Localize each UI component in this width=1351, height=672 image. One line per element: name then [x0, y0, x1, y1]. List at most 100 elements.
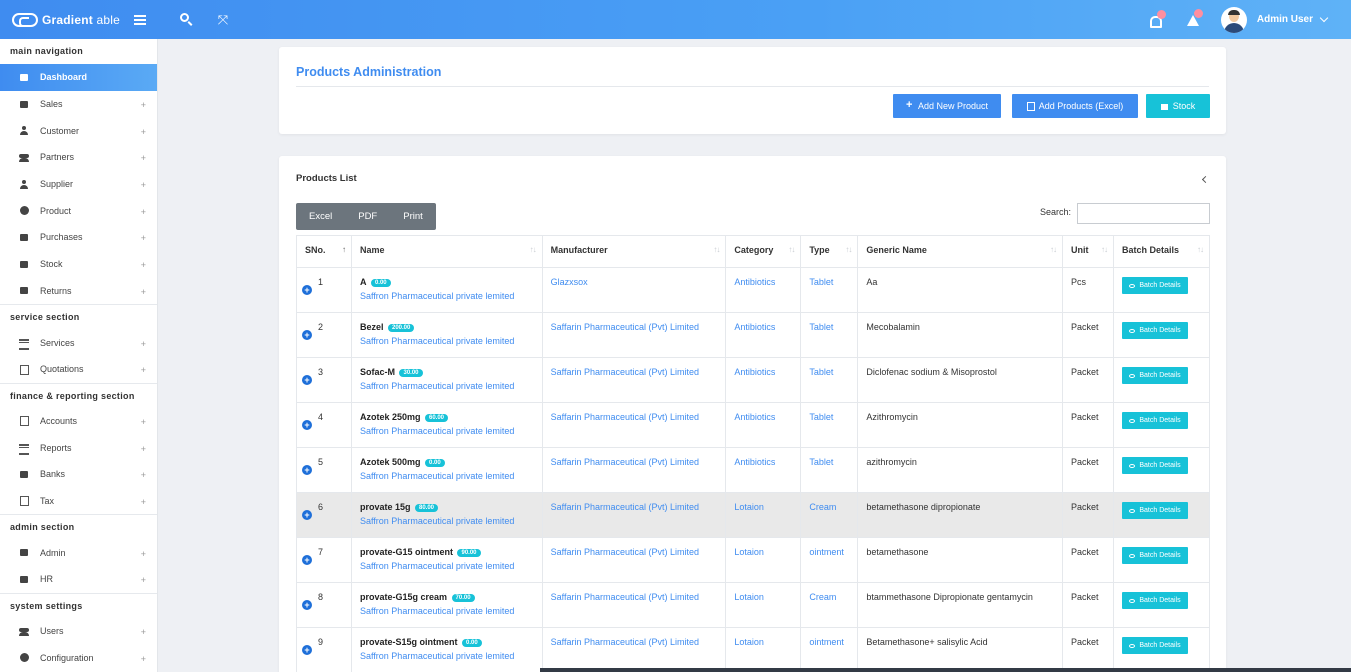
- sidebar-item-partners[interactable]: Partners +: [0, 144, 157, 171]
- manufacturer-link[interactable]: Saffarin Pharmaceutical (Pvt) Limited: [551, 322, 699, 332]
- expand-icon[interactable]: +: [141, 470, 146, 480]
- type-link[interactable]: Tablet: [809, 457, 833, 467]
- expand-row-icon[interactable]: +: [302, 285, 312, 295]
- expand-row-icon[interactable]: +: [302, 375, 312, 385]
- sidebar-item-returns[interactable]: Returns +: [0, 278, 157, 305]
- sidebar-item-sales[interactable]: Sales +: [0, 91, 157, 118]
- company-link[interactable]: Saffron Pharmaceutical private lemited: [360, 651, 534, 661]
- manufacturer-link[interactable]: Saffarin Pharmaceutical (Pvt) Limited: [551, 637, 699, 647]
- search-input[interactable]: [1077, 203, 1210, 224]
- sidebar-item-purchases[interactable]: Purchases +: [0, 224, 157, 251]
- company-link[interactable]: Saffron Pharmaceutical private lemited: [360, 516, 534, 526]
- table-row[interactable]: +8 provate-G15g cream 70.00 Saffron Pharma…: [296, 582, 1211, 628]
- sidebar-item-dashboard[interactable]: Dashboard: [0, 64, 157, 91]
- table-row[interactable]: +1 A 0.00 Saffron Pharmaceutical private l…: [296, 267, 1211, 313]
- table-row[interactable]: +3 Sofac-M 30.00 Saffron Pharmaceutical pr…: [296, 357, 1211, 403]
- batch-details-button[interactable]: Batch Details: [1121, 457, 1188, 474]
- expand-icon[interactable]: +: [141, 549, 146, 559]
- expand-icon[interactable]: +: [141, 417, 146, 427]
- category-link[interactable]: Antibiotics: [734, 457, 775, 467]
- sort-icon[interactable]: ↑↓: [713, 245, 720, 254]
- type-link[interactable]: Tablet: [809, 277, 833, 287]
- sidebar-item-reports[interactable]: Reports +: [0, 434, 157, 461]
- manufacturer-link[interactable]: Saffarin Pharmaceutical (Pvt) Limited: [551, 592, 699, 602]
- expand-icon[interactable]: +: [141, 154, 146, 164]
- expand-icon[interactable]: +: [141, 287, 146, 297]
- export-pdf-button[interactable]: PDF: [345, 203, 390, 230]
- expand-icon[interactable]: +: [141, 207, 146, 217]
- expand-icon[interactable]: +: [141, 127, 146, 137]
- expand-icon[interactable]: +: [141, 365, 146, 375]
- type-link[interactable]: Tablet: [809, 367, 833, 377]
- add-products-excel-button[interactable]: Add Products (Excel): [1012, 94, 1138, 118]
- export-excel-button[interactable]: Excel: [296, 203, 345, 230]
- batch-details-button[interactable]: Batch Details: [1121, 322, 1188, 339]
- notification-bell-icon[interactable]: [1149, 9, 1166, 28]
- chevron-down-icon[interactable]: [1319, 13, 1329, 22]
- type-link[interactable]: Cream: [809, 592, 836, 602]
- expand-icon[interactable]: +: [141, 180, 146, 190]
- sidebar-item-users[interactable]: Users +: [0, 618, 157, 645]
- avatar[interactable]: [1220, 6, 1247, 33]
- expand-row-icon[interactable]: +: [302, 510, 312, 520]
- column-header-sno[interactable]: SNo. ↑: [296, 235, 352, 268]
- category-link[interactable]: Antibiotics: [734, 367, 775, 377]
- expand-row-icon[interactable]: +: [302, 555, 312, 565]
- batch-details-button[interactable]: Batch Details: [1121, 277, 1188, 294]
- category-link[interactable]: Lotaion: [734, 502, 764, 512]
- column-header-name[interactable]: Name ↑↓: [350, 235, 543, 268]
- type-link[interactable]: Tablet: [809, 322, 833, 332]
- table-row[interactable]: +6 provate 15g 80.00 Saffron Pharmaceutica…: [296, 492, 1211, 538]
- sidebar-item-configuration[interactable]: Configuration +: [0, 644, 157, 671]
- expand-icon[interactable]: +: [141, 576, 146, 586]
- sort-icon[interactable]: ↑↓: [1197, 245, 1204, 254]
- company-link[interactable]: Saffron Pharmaceutical private lemited: [360, 381, 534, 391]
- batch-details-button[interactable]: Batch Details: [1121, 637, 1188, 654]
- manufacturer-link[interactable]: Saffarin Pharmaceutical (Pvt) Limited: [551, 457, 699, 467]
- expand-icon[interactable]: +: [141, 444, 146, 454]
- sort-icon[interactable]: ↑↓: [845, 245, 852, 254]
- expand-icon[interactable]: +: [141, 497, 146, 507]
- print-button[interactable]: Print: [390, 203, 436, 230]
- sidebar-item-tax[interactable]: Tax +: [0, 488, 157, 515]
- fullscreen-icon[interactable]: ⤧: [216, 12, 230, 27]
- company-link[interactable]: Saffron Pharmaceutical private lemited: [360, 606, 534, 616]
- column-header-category[interactable]: Category ↑↓: [725, 235, 802, 268]
- batch-details-button[interactable]: Batch Details: [1121, 502, 1188, 519]
- batch-details-button[interactable]: Batch Details: [1121, 367, 1188, 384]
- table-row[interactable]: +9 provate-S15g ointment 0.00 Saffron Phar…: [296, 627, 1211, 672]
- category-link[interactable]: Antibiotics: [734, 277, 775, 287]
- manufacturer-link[interactable]: Saffarin Pharmaceutical (Pvt) Limited: [551, 367, 699, 377]
- expand-icon[interactable]: +: [141, 234, 146, 244]
- table-row[interactable]: +7 provate-G15 ointment 90.00 Saffron Phar…: [296, 537, 1211, 583]
- column-header-unit[interactable]: Unit ↑↓: [1062, 235, 1114, 268]
- manufacturer-link[interactable]: Glazxsox: [551, 277, 588, 287]
- type-link[interactable]: Tablet: [809, 412, 833, 422]
- company-link[interactable]: Saffron Pharmaceutical private lemited: [360, 291, 534, 301]
- user-name[interactable]: Admin User: [1257, 14, 1313, 25]
- manufacturer-link[interactable]: Saffarin Pharmaceutical (Pvt) Limited: [551, 502, 699, 512]
- batch-details-button[interactable]: Batch Details: [1121, 412, 1188, 429]
- sidebar-item-hr[interactable]: HR +: [0, 566, 157, 593]
- expand-row-icon[interactable]: +: [302, 645, 312, 655]
- table-row[interactable]: +5 Azotek 500mg 0.00 Saffron Pharmaceutica…: [296, 447, 1211, 493]
- category-link[interactable]: Antibiotics: [734, 322, 775, 332]
- sidebar-item-services[interactable]: Services +: [0, 329, 157, 356]
- type-link[interactable]: ointment: [809, 547, 844, 557]
- company-link[interactable]: Saffron Pharmaceutical private lemited: [360, 336, 534, 346]
- sort-icon[interactable]: ↑: [342, 245, 346, 254]
- add-new-product-button[interactable]: Add New Product: [893, 94, 1001, 118]
- brand[interactable]: Gradient able: [0, 0, 158, 39]
- category-link[interactable]: Antibiotics: [734, 412, 775, 422]
- batch-details-button[interactable]: Batch Details: [1121, 592, 1188, 609]
- expand-icon[interactable]: +: [141, 627, 146, 637]
- expand-icon[interactable]: +: [141, 339, 146, 349]
- batch-details-button[interactable]: Batch Details: [1121, 547, 1188, 564]
- expand-row-icon[interactable]: +: [302, 330, 312, 340]
- column-header-batch-details[interactable]: Batch Details ↑↓: [1112, 235, 1211, 268]
- sort-icon[interactable]: ↑↓: [1101, 245, 1108, 254]
- category-link[interactable]: Lotaion: [734, 637, 764, 647]
- table-row[interactable]: +2 Bezel 200.00 Saffron Pharmaceutical pri…: [296, 312, 1211, 358]
- alert-icon[interactable]: [1186, 8, 1203, 26]
- sidebar-item-admin[interactable]: Admin +: [0, 539, 157, 566]
